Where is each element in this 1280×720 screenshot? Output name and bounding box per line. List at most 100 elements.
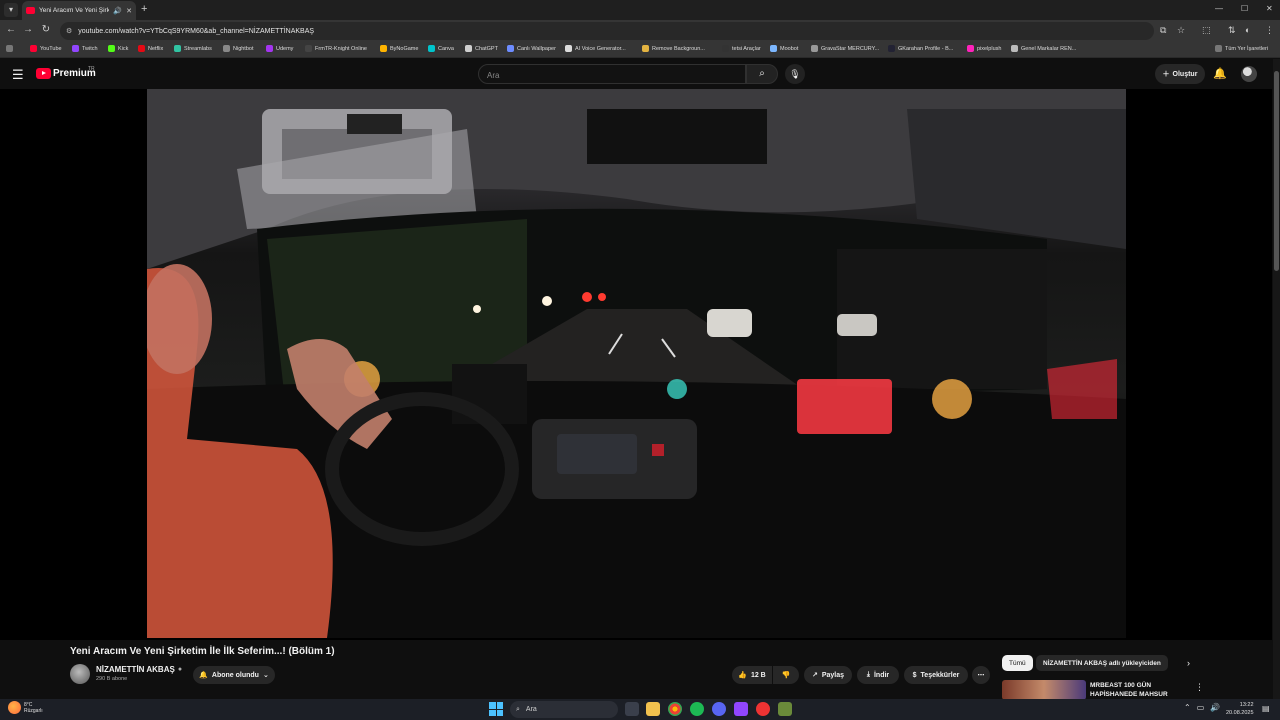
scrollbar-thumb[interactable] <box>1274 71 1279 271</box>
bookmark-item[interactable]: Moobot <box>770 45 798 52</box>
bookmark-item[interactable]: Streamlabs <box>174 45 212 52</box>
download-icon: ⤓ <box>866 671 870 678</box>
bell-icon: 🔔 <box>199 672 208 679</box>
more-actions-button[interactable]: ⋯ <box>972 666 990 684</box>
thanks-button[interactable]: $ Teşekkürler <box>904 666 968 684</box>
video-player[interactable] <box>0 89 1272 640</box>
bookmark-item[interactable]: GKarahan Profile - B... <box>888 45 953 52</box>
pixelplush-icon <box>967 45 974 52</box>
moobot-icon <box>770 45 777 52</box>
weather-icon <box>8 701 21 714</box>
bookmark-item[interactable]: Canlı Wallpaper <box>507 45 556 52</box>
youtube-logo-icon[interactable] <box>36 68 51 79</box>
discord-icon[interactable] <box>712 702 726 716</box>
bookmark-item[interactable]: ByNoGame <box>380 45 418 52</box>
close-tab-icon[interactable]: ✕ <box>126 7 132 15</box>
apps-icon[interactable] <box>6 45 13 52</box>
taskbar-clock[interactable]: 13:22 20.08.2025 <box>1226 701 1254 717</box>
date: 20.08.2025 <box>1226 710 1254 716</box>
new-tab-icon[interactable]: + <box>141 3 147 15</box>
download-button[interactable]: ⤓ İndir <box>857 666 899 684</box>
video-frame[interactable] <box>147 89 1126 638</box>
menu-icon[interactable]: ☰ <box>12 67 24 83</box>
search-button[interactable]: ⌕ <box>746 64 778 84</box>
voice-search-button[interactable]: 🎙 <box>785 64 805 84</box>
minimize-icon[interactable]: — <box>1215 4 1223 13</box>
channel-name-row[interactable]: NİZAMETTİN AKBAŞ ● <box>96 665 182 674</box>
media-app-icon[interactable] <box>756 702 770 716</box>
volume-icon[interactable]: 🔊 <box>1210 703 1220 712</box>
wallpaper-icon <box>507 45 514 52</box>
reload-icon[interactable]: ↻ <box>39 24 53 35</box>
browser-tab-active[interactable]: Yeni Aracım Ve Yeni Şirketim İle İlk Sef… <box>22 1 136 20</box>
chip-all[interactable]: Tümü <box>1002 655 1033 671</box>
kick-icon <box>108 45 115 52</box>
bookmark-item[interactable]: Kick <box>108 45 128 52</box>
maximize-icon[interactable]: ☐ <box>1241 4 1248 13</box>
notifications-icon[interactable]: ▤ <box>1262 704 1270 713</box>
share-button[interactable]: ↗ Paylaş <box>804 666 852 684</box>
search-input[interactable] <box>487 66 737 85</box>
address-bar[interactable]: ⚙ youtube.com/watch?v=YTbCqS9YRM60&ab_ch… <box>60 22 1154 40</box>
nightbot-icon <box>223 45 230 52</box>
chevron-right-icon[interactable]: › <box>1187 658 1190 668</box>
forward-icon[interactable]: → <box>21 24 35 35</box>
game-app-icon[interactable] <box>778 702 792 716</box>
subscribe-button[interactable]: 🔔 Abone olundu ⌄ <box>193 666 275 684</box>
bookmark-item[interactable]: Remove Backgroun... <box>642 45 705 52</box>
bookmark-item[interactable]: ChatGPT <box>465 45 498 52</box>
speaker-icon[interactable]: 🔊 <box>113 7 122 15</box>
bookmark-item[interactable]: AI Voice Generator... <box>565 45 626 52</box>
windows-start-icon[interactable] <box>489 702 503 716</box>
create-button[interactable]: ＋ Oluştur <box>1155 64 1205 84</box>
folder-icon <box>1215 45 1222 52</box>
bookmarks-bar: YouTube Twitch Kick Netflix Streamlabs N… <box>0 42 1280 58</box>
bookmark-item[interactable]: Genel Markalar REN... <box>1011 45 1076 52</box>
network-icon[interactable]: ▭ <box>1197 703 1205 712</box>
close-window-icon[interactable]: ✕ <box>1266 4 1273 13</box>
streaming-app-icon[interactable] <box>734 702 748 716</box>
bookmark-item[interactable]: tetsi Araçlar <box>722 45 761 52</box>
chrome-icon[interactable] <box>668 702 682 716</box>
channel-avatar[interactable] <box>70 664 90 684</box>
browser-menu-icon[interactable]: ⋮ <box>1265 25 1274 36</box>
bookmark-item[interactable]: GravaStar MERCURY... <box>811 45 879 52</box>
cast-icon[interactable]: ⧉ <box>1160 25 1166 36</box>
page-scrollbar[interactable] <box>1273 59 1280 699</box>
sync-icon[interactable]: ⇅ <box>1228 25 1236 36</box>
bookmark-star-icon[interactable]: ☆ <box>1177 25 1185 36</box>
spotify-icon[interactable] <box>690 702 704 716</box>
profile-icon[interactable]: ◐ <box>1245 25 1250 35</box>
bookmark-item[interactable]: pixelplush <box>967 45 1001 52</box>
bookmark-item[interactable]: Netflix <box>138 45 163 52</box>
bookmark-item[interactable]: Nightbot <box>223 45 254 52</box>
channel-name[interactable]: NİZAMETTİN AKBAŞ <box>96 665 175 674</box>
chip-from-uploader[interactable]: NİZAMETTİN AKBAŞ adlı yükleyiciden <box>1036 655 1168 671</box>
recommended-thumbnail[interactable] <box>1002 680 1086 700</box>
bookmark-item[interactable]: FrmTR-Knight Online <box>305 45 367 52</box>
bookmark-item[interactable]: YouTube <box>30 45 62 52</box>
file-explorer-icon[interactable] <box>646 702 660 716</box>
extensions-icon[interactable]: ⬚ <box>1202 25 1211 36</box>
recommended-title[interactable]: MRBEAST 100 GÜN HAPİSHANEDE MAHSUR <box>1090 681 1180 700</box>
bus-cockpit-scene <box>147 89 1126 638</box>
task-view-icon[interactable] <box>625 702 639 716</box>
like-button[interactable]: 👍 12 B <box>732 666 772 684</box>
bookmark-item[interactable]: Udemy <box>266 45 293 52</box>
taskbar-search[interactable]: ⌕ Ara <box>510 701 618 718</box>
site-info-icon[interactable]: ⚙ <box>66 27 72 35</box>
account-avatar[interactable] <box>1241 66 1257 82</box>
all-bookmarks-folder[interactable]: Tüm Yer İşaretleri <box>1215 45 1268 52</box>
video-title: Yeni Aracım Ve Yeni Şirketim İle İlk Sef… <box>70 646 335 657</box>
bookmark-item[interactable]: Canva <box>428 45 454 52</box>
bookmark-item[interactable]: Twitch <box>72 45 98 52</box>
address-url: youtube.com/watch?v=YTbCqS9YRM60&ab_chan… <box>78 27 315 35</box>
dislike-button[interactable]: 👎 <box>773 666 799 684</box>
create-label: Oluştur <box>1172 70 1198 78</box>
chevron-up-icon[interactable]: ⌃ <box>1184 703 1191 712</box>
notifications-bell-icon[interactable]: 🔔 <box>1213 67 1227 80</box>
tab-search-icon[interactable]: ▾ <box>4 3 18 17</box>
weather-widget[interactable]: 8°C Rüzgarlı <box>8 701 43 714</box>
back-icon[interactable]: ← <box>4 24 18 35</box>
more-vertical-icon[interactable]: ⋮ <box>1195 682 1204 693</box>
